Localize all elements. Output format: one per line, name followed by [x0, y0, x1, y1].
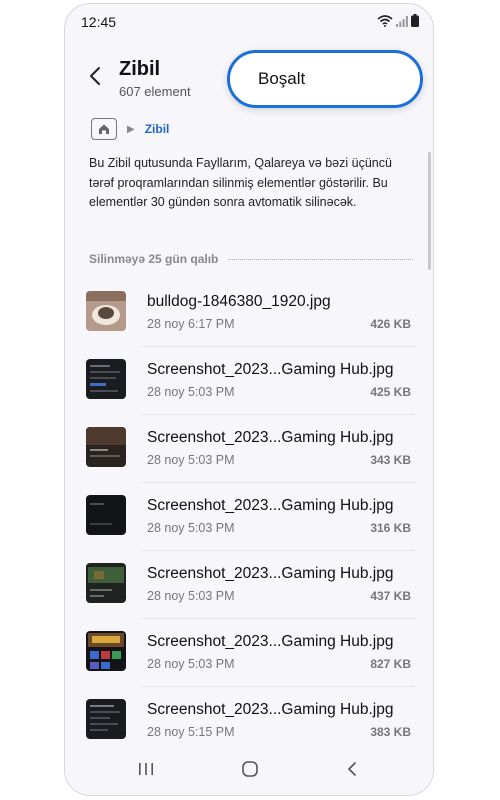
trash-info-text: Bu Zibil qutusunda Fayllarım, Qalareya v…	[89, 156, 392, 209]
home-icon[interactable]	[91, 118, 117, 140]
file-date: 28 noy 5:03 PM	[147, 657, 235, 671]
file-list: bulldog-1846380_1920.jpg 28 noy 6:17 PM …	[65, 279, 433, 755]
list-item[interactable]: Screenshot_2023...Gaming Hub.jpg 28 noy …	[65, 551, 433, 619]
list-item[interactable]: Screenshot_2023...Gaming Hub.jpg 28 noy …	[65, 347, 433, 415]
file-size: 437 KB	[370, 589, 411, 603]
home-nav-button[interactable]	[235, 759, 265, 783]
file-name: Screenshot_2023...Gaming Hub.jpg	[147, 429, 394, 446]
breadcrumb: ▶ Zibil	[91, 116, 169, 142]
file-name: bulldog-1846380_1920.jpg	[147, 293, 331, 310]
section-divider	[228, 258, 413, 260]
file-size: 316 KB	[370, 521, 411, 535]
file-thumbnail	[86, 291, 126, 331]
page-title: Zibil	[119, 58, 161, 80]
file-size: 425 KB	[370, 385, 411, 399]
file-date: 28 noy 6:17 PM	[147, 317, 235, 331]
file-name: Screenshot_2023...Gaming Hub.jpg	[147, 565, 394, 582]
file-size: 383 KB	[370, 725, 411, 739]
file-date: 28 noy 5:03 PM	[147, 453, 235, 467]
breadcrumb-current[interactable]: Zibil	[145, 122, 170, 136]
chevron-left-icon	[89, 66, 101, 91]
file-size: 827 KB	[370, 657, 411, 671]
list-item[interactable]: Screenshot_2023...Gaming Hub.jpg 28 noy …	[65, 687, 433, 755]
file-date: 28 noy 5:15 PM	[147, 725, 235, 739]
file-date: 28 noy 5:03 PM	[147, 589, 235, 603]
wifi-icon	[377, 14, 393, 32]
list-item[interactable]: Screenshot_2023...Gaming Hub.jpg 28 noy …	[65, 619, 433, 687]
file-thumbnail	[86, 359, 126, 399]
recents-button[interactable]	[131, 759, 161, 783]
file-thumbnail	[86, 495, 126, 535]
list-item[interactable]: bulldog-1846380_1920.jpg 28 noy 6:17 PM …	[65, 279, 433, 347]
file-thumbnail	[86, 699, 126, 739]
battery-icon	[411, 14, 419, 32]
section-label: Silinməyə 25 gün qalıb	[89, 252, 219, 266]
breadcrumb-arrow-icon: ▶	[127, 123, 135, 135]
empty-trash-button[interactable]: Boşalt	[227, 50, 423, 108]
file-date: 28 noy 5:03 PM	[147, 521, 235, 535]
file-thumbnail	[86, 563, 126, 603]
file-thumbnail	[86, 631, 126, 671]
signal-icon	[396, 14, 408, 32]
file-size: 426 KB	[370, 317, 411, 331]
file-name: Screenshot_2023...Gaming Hub.jpg	[147, 497, 394, 514]
back-button[interactable]	[83, 64, 107, 92]
app-header: Zibil 607 element Boşalt	[65, 44, 433, 114]
file-name: Screenshot_2023...Gaming Hub.jpg	[147, 361, 394, 378]
status-bar: 12:45	[65, 4, 433, 38]
recents-icon	[138, 762, 154, 781]
status-time: 12:45	[81, 14, 117, 30]
file-size: 343 KB	[370, 453, 411, 467]
list-item[interactable]: Screenshot_2023...Gaming Hub.jpg 28 noy …	[65, 415, 433, 483]
file-thumbnail	[86, 427, 126, 467]
phone-screen: 12:45 Zibil 607 element Boşalt ▶ Zibil B…	[64, 3, 434, 796]
file-date: 28 noy 5:03 PM	[147, 385, 235, 399]
section-header: Silinməyə 25 gün qalıb	[89, 250, 413, 268]
scrollbar[interactable]	[428, 152, 431, 270]
item-count: 607 element	[119, 84, 191, 99]
navigation-bar	[65, 747, 433, 795]
file-name: Screenshot_2023...Gaming Hub.jpg	[147, 633, 394, 650]
status-icons	[377, 14, 419, 32]
nav-back-icon	[346, 761, 358, 782]
list-item[interactable]: Screenshot_2023...Gaming Hub.jpg 28 noy …	[65, 483, 433, 551]
nav-back-button[interactable]	[337, 759, 367, 783]
home-circle-icon	[241, 760, 259, 783]
file-name: Screenshot_2023...Gaming Hub.jpg	[147, 701, 394, 718]
